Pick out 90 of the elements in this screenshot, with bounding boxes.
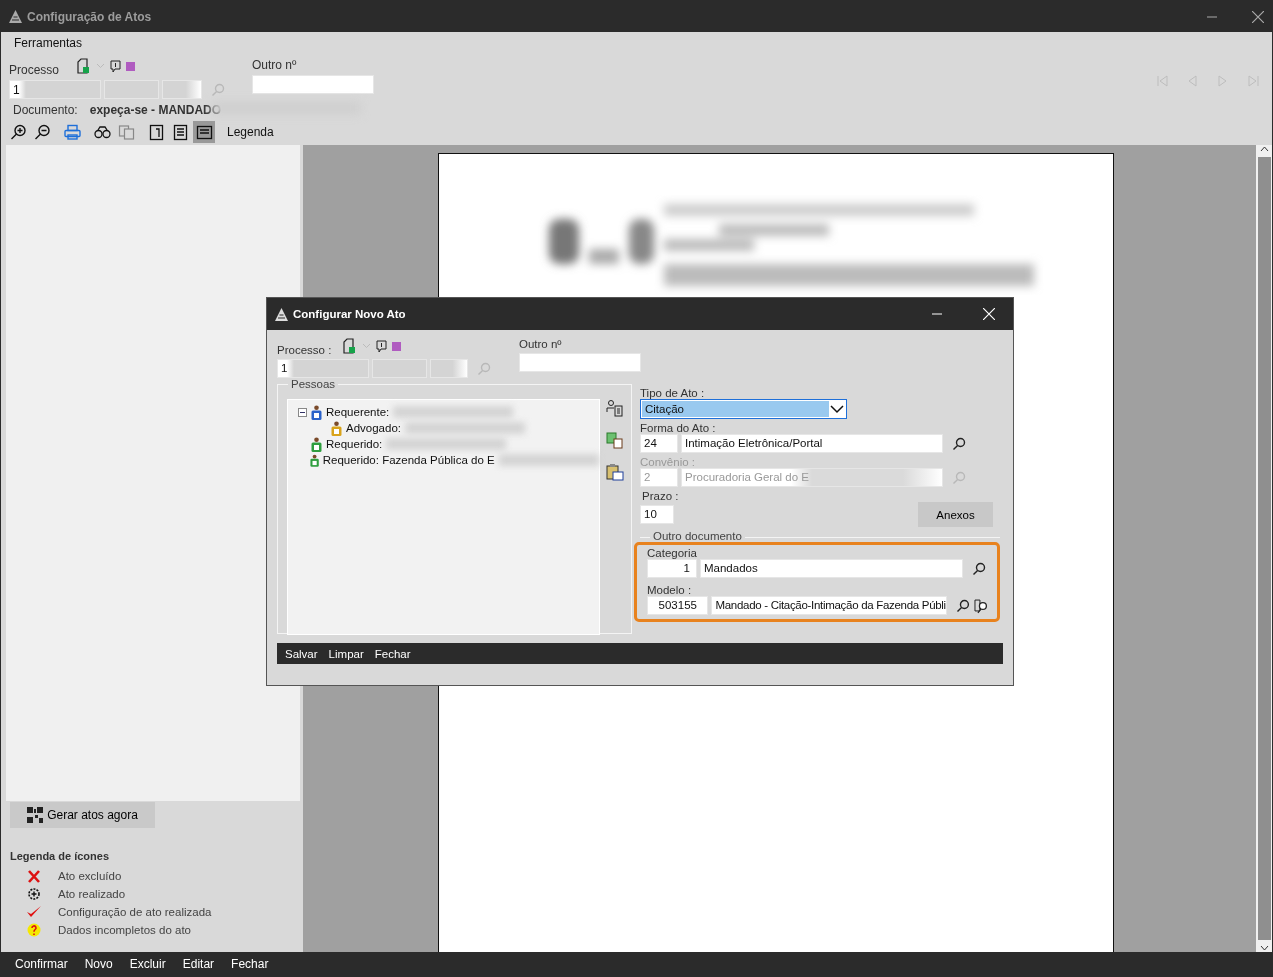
scroll-up-icon[interactable]	[1259, 145, 1269, 153]
page-lines-icon	[173, 124, 187, 140]
printer-icon	[63, 124, 81, 140]
question-icon	[27, 923, 41, 937]
document-search-icon[interactable]	[973, 597, 989, 614]
field-label: Outro nº	[252, 58, 298, 72]
menu-item[interactable]: Ferramentas	[14, 36, 83, 50]
cross-icon	[27, 869, 41, 883]
legend-title: Legenda de ícones	[10, 850, 111, 862]
gear-icon	[27, 887, 41, 901]
document-name: expeça-se - MANDADO	[89, 103, 222, 119]
legend-label: Ato excluído	[58, 870, 122, 882]
field-label: Processo	[9, 63, 60, 77]
attachments-button[interactable]: Anexos	[918, 502, 993, 527]
field-label: Outro nº	[519, 338, 563, 350]
action-button[interactable]: Editar	[174, 957, 224, 971]
field-label: Prazo :	[642, 490, 680, 502]
window-title: Configuração de Atos	[27, 9, 152, 24]
legend-label: Ato realizado	[58, 888, 126, 900]
page-width-icon	[196, 125, 212, 139]
person-document-icon[interactable]	[606, 431, 624, 449]
zoom-out-icon	[34, 124, 50, 140]
search-icon[interactable]	[956, 598, 971, 613]
input-field[interactable]: Mandado - Citação-Intimação da Fazenda Públi	[711, 596, 948, 615]
person-icon	[311, 436, 322, 452]
field-label: Documento:	[13, 103, 78, 119]
binoculars-icon	[93, 125, 111, 138]
input-field[interactable]: 1	[9, 80, 101, 99]
chevron-down-icon	[829, 404, 845, 414]
app-logo-icon	[275, 307, 288, 321]
search-icon[interactable]	[952, 436, 966, 451]
document-icon[interactable]	[77, 58, 92, 74]
action-button[interactable]: Limpar	[326, 647, 373, 660]
input-field[interactable]: Mandados	[700, 559, 963, 578]
person-icon	[331, 420, 342, 436]
tree-item[interactable]: Requerido:	[326, 438, 383, 450]
action-button[interactable]: Salvar	[283, 647, 327, 660]
dialog-title: Configurar Novo Ato	[293, 308, 406, 320]
input-field[interactable]	[252, 75, 374, 94]
code-field[interactable]: 24	[640, 434, 678, 453]
act-type-dropdown[interactable]: Citação	[640, 399, 847, 419]
field-label: Tipo de Ato :	[640, 387, 706, 399]
input-field[interactable]	[162, 80, 202, 99]
field-label: Forma do Ato :	[640, 422, 717, 434]
toolbar-button[interactable]	[193, 121, 215, 143]
action-button[interactable]: Excluir	[121, 957, 175, 971]
tree-item[interactable]: Requerente:	[326, 406, 390, 418]
scroll-down-icon[interactable]	[1259, 944, 1269, 952]
app-logo-icon	[9, 10, 22, 23]
info-icon[interactable]	[376, 339, 388, 353]
field-label: Modelo :	[647, 584, 692, 596]
action-button[interactable]: Fechar	[372, 647, 420, 660]
deadline-field[interactable]: 10	[640, 505, 674, 524]
legend-button[interactable]: Legenda	[223, 121, 278, 143]
collapse-toggle-icon[interactable]	[298, 407, 307, 417]
clipboard-icon[interactable]	[606, 463, 624, 481]
code-field[interactable]: 503155	[647, 596, 709, 615]
input-field[interactable]	[430, 359, 468, 378]
action-button[interactable]: Novo	[76, 957, 122, 971]
person-list-icon[interactable]	[606, 399, 624, 417]
action-button[interactable]: Confirmar	[7, 957, 77, 971]
checkmark-icon	[26, 905, 42, 919]
legend-label: Dados incompletos do ato	[58, 924, 191, 936]
search-icon[interactable]	[972, 561, 986, 576]
scrollbar-thumb[interactable]	[1257, 157, 1271, 940]
field-label: Convênio :	[640, 456, 696, 468]
info-icon[interactable]	[110, 59, 122, 73]
close-icon[interactable]	[1252, 10, 1264, 23]
field-label: Categoria	[647, 547, 697, 559]
field-label: Processo :	[277, 344, 332, 356]
person-icon	[311, 404, 322, 420]
action-button[interactable]: Fechar	[223, 957, 278, 971]
qr-code-icon	[27, 807, 44, 823]
group-title: Outro documento	[650, 530, 745, 542]
legend-label: Configuração de ato realizada	[58, 906, 212, 918]
zoom-in-icon	[10, 124, 26, 140]
code-field[interactable]: 1	[647, 559, 697, 578]
input-field[interactable]	[519, 353, 641, 372]
group-title: Pessoas	[288, 378, 339, 390]
person-icon	[309, 452, 319, 468]
input-field[interactable]: 1	[277, 359, 369, 378]
tree-item[interactable]: Requerido: Fazenda Pública do E	[322, 454, 495, 466]
generate-button[interactable]: Gerar atos agora	[10, 802, 155, 828]
tree-item[interactable]: Advogado:	[346, 422, 401, 434]
square-icon	[392, 341, 402, 351]
page-icon	[149, 124, 163, 140]
input-field[interactable]: Intimação Eletrônica/Portal	[681, 434, 943, 453]
document-icon[interactable]	[343, 338, 358, 354]
copy-icon	[118, 124, 134, 140]
square-icon	[126, 61, 136, 71]
